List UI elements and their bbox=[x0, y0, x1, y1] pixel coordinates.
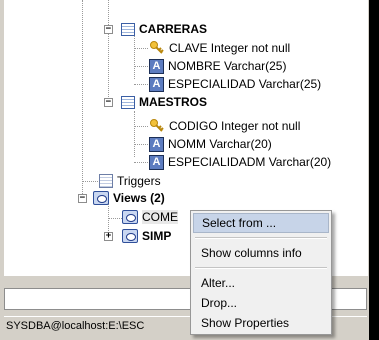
tree-connector bbox=[108, 218, 122, 219]
menu-item-drop[interactable]: Drop... bbox=[193, 293, 329, 313]
tree-connector bbox=[134, 162, 148, 163]
tree-connector bbox=[134, 66, 148, 67]
field-icon: A bbox=[149, 76, 164, 92]
column-label: ESPECIALIDAD Varchar(25) bbox=[168, 77, 322, 91]
tree-connector bbox=[108, 33, 109, 107]
menu-separator bbox=[195, 237, 327, 239]
column-node[interactable]: CLAVE Integer not null bbox=[149, 39, 290, 57]
column-node[interactable]: CODIGO Integer not null bbox=[149, 117, 300, 135]
expand-toggle[interactable]: + bbox=[104, 232, 113, 241]
column-label: CODIGO Integer not null bbox=[169, 119, 301, 133]
table-node-maestros[interactable]: MAESTROS bbox=[121, 93, 207, 111]
views-node[interactable]: Views (2) bbox=[93, 189, 165, 207]
column-node[interactable]: A ESPECIALIDADM Varchar(20) bbox=[149, 153, 331, 171]
column-node[interactable]: A NOMBRE Varchar(25) bbox=[149, 57, 286, 75]
expand-toggle[interactable]: − bbox=[104, 25, 113, 34]
column-label: NOMM Varchar(20) bbox=[168, 137, 272, 151]
table-name: MAESTROS bbox=[139, 95, 208, 109]
column-label: NOMBRE Varchar(25) bbox=[168, 59, 287, 73]
view-icon bbox=[122, 229, 138, 243]
tree-connector bbox=[134, 48, 148, 49]
menu-item-show-properties[interactable]: Show Properties bbox=[193, 313, 329, 333]
views-label: Views (2) bbox=[113, 191, 165, 205]
table-icon bbox=[121, 22, 135, 36]
tree-connector bbox=[134, 33, 135, 79]
field-icon: A bbox=[149, 136, 164, 152]
key-icon bbox=[149, 40, 165, 56]
field-icon: A bbox=[149, 154, 164, 170]
tree-connector bbox=[82, 0, 83, 196]
triggers-node[interactable]: Triggers bbox=[99, 172, 161, 190]
view-item-label: COME bbox=[142, 210, 178, 224]
view-item[interactable]: SIMP bbox=[122, 227, 171, 245]
table-name: CARRERAS bbox=[139, 22, 208, 36]
menu-item-alter[interactable]: Alter... bbox=[193, 273, 329, 293]
tree-connector bbox=[134, 111, 135, 157]
context-menu: Select from ... Show columns info Alter.… bbox=[190, 210, 332, 335]
menu-item-show-columns-info[interactable]: Show columns info bbox=[193, 243, 329, 263]
field-icon: A bbox=[149, 58, 164, 74]
tree-connector bbox=[82, 181, 98, 182]
menu-item-select-from[interactable]: Select from ... bbox=[193, 213, 329, 233]
table-icon bbox=[121, 95, 135, 109]
view-icon bbox=[93, 191, 109, 205]
tree-connector bbox=[134, 126, 148, 127]
column-label: ESPECIALIDADM Varchar(20) bbox=[168, 155, 332, 169]
view-item-label: SIMP bbox=[142, 229, 172, 243]
column-label: CLAVE Integer not null bbox=[169, 41, 291, 55]
column-node[interactable]: A NOMM Varchar(20) bbox=[149, 135, 272, 153]
menu-separator bbox=[195, 267, 327, 269]
expand-toggle[interactable]: − bbox=[104, 98, 113, 107]
triggers-icon bbox=[99, 174, 113, 188]
view-item[interactable]: COME bbox=[122, 208, 178, 226]
column-node[interactable]: A ESPECIALIDAD Varchar(25) bbox=[149, 75, 321, 93]
expand-toggle[interactable]: − bbox=[78, 194, 87, 203]
tree-connector bbox=[134, 84, 148, 85]
view-icon bbox=[122, 210, 138, 224]
status-text: SYSDBA@localhost:E:\ESC bbox=[6, 320, 145, 332]
table-node-carreras[interactable]: CARRERAS bbox=[121, 20, 207, 38]
key-icon bbox=[149, 118, 165, 134]
tree-connector bbox=[134, 144, 148, 145]
triggers-label: Triggers bbox=[117, 174, 161, 188]
